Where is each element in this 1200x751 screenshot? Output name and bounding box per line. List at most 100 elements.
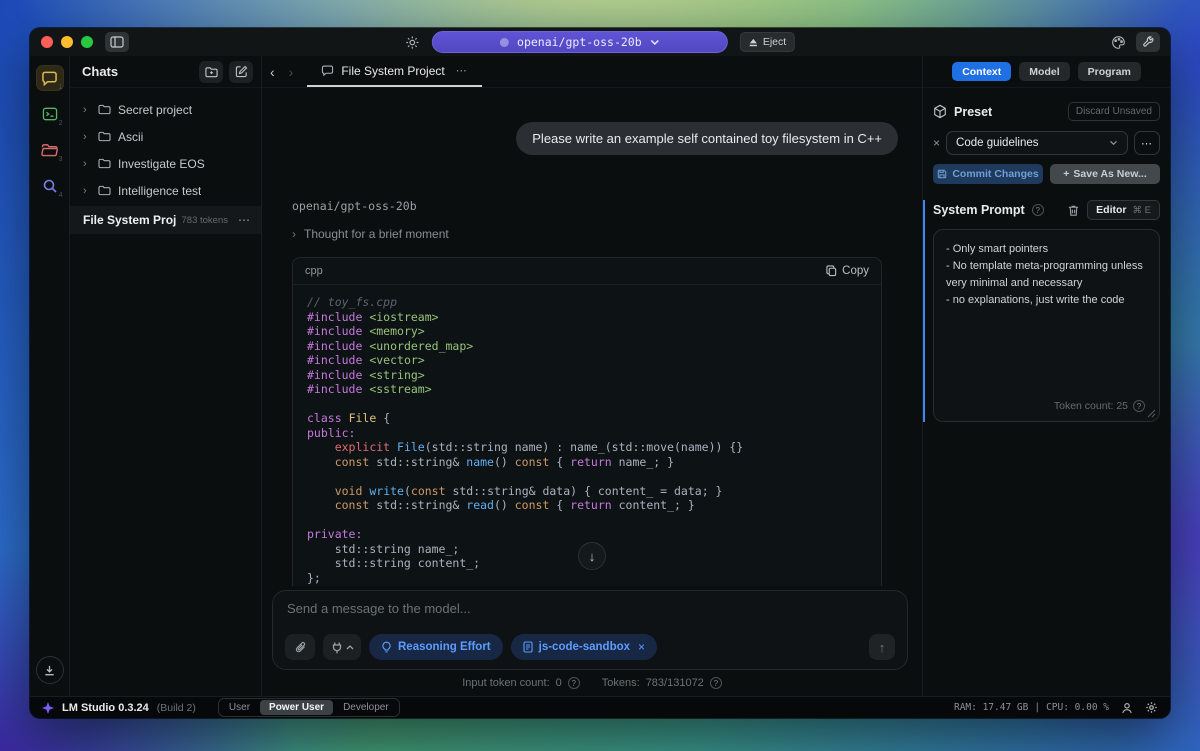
remove-plugin-icon[interactable]: × — [638, 640, 645, 654]
composer-toolbar: Reasoning Effort js-code-sandbox × ↑ — [285, 634, 895, 660]
nav-developer-icon[interactable]: 2 — [37, 102, 63, 126]
chat-main: ‹ › File System Project ⋯ Please write a… — [262, 56, 922, 696]
nav-forward-icon[interactable]: › — [289, 64, 294, 80]
model-selector-pill[interactable]: openai/gpt-oss-20b — [432, 31, 728, 53]
sidebar-toggle-button[interactable] — [105, 32, 129, 52]
lmstudio-logo-icon — [42, 702, 54, 714]
mode-developer[interactable]: Developer — [334, 700, 398, 715]
model-icon — [500, 38, 509, 47]
commit-changes-button[interactable]: Commit Changes — [933, 164, 1043, 184]
mode-user[interactable]: User — [220, 700, 259, 715]
system-prompt-input[interactable]: - Only smart pointers - No template meta… — [946, 241, 1147, 361]
plugins-button[interactable] — [323, 634, 361, 660]
settings-gear-icon[interactable] — [1145, 701, 1158, 714]
minimize-window-button[interactable] — [61, 36, 73, 48]
thought-toggle[interactable]: › Thought for a brief moment — [292, 227, 898, 241]
downloads-button[interactable] — [36, 656, 64, 684]
sandbox-plugin-pill[interactable]: js-code-sandbox × — [511, 634, 657, 660]
code-content: // toy_fs.cpp#include <iostream>#include… — [293, 285, 881, 586]
selected-chat-tokens: 783 tokens — [182, 215, 228, 226]
chat-options-icon[interactable]: ⋯ — [238, 213, 251, 227]
status-bar: LM Studio 0.3.24 (Build 2) User Power Us… — [30, 696, 1170, 718]
tab-options-icon[interactable]: ⋯ — [456, 64, 468, 77]
help-icon[interactable]: ? — [1133, 400, 1145, 412]
preset-select[interactable]: Code guidelines — [946, 131, 1128, 155]
lightbulb-icon — [381, 641, 392, 654]
system-prompt-box: - Only smart pointers - No template meta… — [933, 229, 1160, 422]
nav-my-models-icon[interactable]: 3 — [37, 138, 63, 162]
tab-program[interactable]: Program — [1078, 62, 1141, 81]
send-message-button[interactable]: ↑ — [869, 634, 895, 660]
sidebar-folder[interactable]: › Intelligence test — [70, 177, 261, 204]
user-account-icon[interactable] — [1121, 702, 1133, 714]
folder-list: › Secret project › Ascii › Investigate E… — [70, 88, 261, 204]
arrow-down-icon: ↓ — [589, 549, 596, 564]
mode-power-user[interactable]: Power User — [260, 700, 333, 715]
stats-divider: | — [1034, 702, 1040, 713]
code-line: const std::string& name() const { return… — [307, 455, 867, 470]
chevron-right-icon: › — [83, 131, 91, 143]
folder-icon — [98, 185, 111, 196]
sidebar-folder[interactable]: › Secret project — [70, 96, 261, 123]
preset-options-button[interactable]: ⋯ — [1134, 131, 1160, 155]
selected-chat-row[interactable]: File System Project 783 tokens ⋯ — [70, 206, 261, 234]
new-folder-button[interactable] — [199, 61, 223, 83]
folder-icon — [98, 131, 111, 142]
nav-chat-icon[interactable]: 1 — [37, 66, 63, 90]
help-icon[interactable]: ? — [1032, 204, 1044, 216]
tab-model[interactable]: Model — [1019, 62, 1069, 81]
wrench-tools-button[interactable] — [1136, 32, 1160, 52]
copy-icon — [826, 265, 837, 277]
model-name: openai/gpt-oss-20b — [517, 35, 642, 49]
input-token-label: Input token count: — [462, 677, 549, 689]
help-icon[interactable]: ? — [568, 677, 580, 689]
eject-model-button[interactable]: Eject — [740, 32, 795, 52]
zoom-window-button[interactable] — [81, 36, 93, 48]
sidebar-folder[interactable]: › Investigate EOS — [70, 150, 261, 177]
nav-back-icon[interactable]: ‹ — [270, 64, 275, 80]
folder-name: Intelligence test — [118, 184, 201, 198]
code-block: cpp Copy // toy_fs.cpp#include <iostream… — [292, 257, 882, 586]
save-as-new-button[interactable]: + Save As New... — [1050, 164, 1160, 184]
tokens-value: 783/131072 — [646, 677, 704, 689]
new-chat-button[interactable] — [229, 61, 253, 83]
chat-scroll-area[interactable]: Please write an example self contained t… — [262, 88, 922, 586]
trash-icon — [1067, 204, 1080, 217]
code-line: #include <memory> — [307, 324, 867, 339]
app-build: (Build 2) — [157, 702, 196, 714]
plugin-file-icon — [523, 641, 533, 653]
traffic-lights — [30, 36, 93, 48]
reasoning-effort-pill[interactable]: Reasoning Effort — [369, 634, 503, 660]
chevron-down-icon — [1109, 140, 1118, 146]
discard-unsaved-button[interactable]: Discard Unsaved — [1068, 102, 1160, 121]
system-prompt-header: System Prompt ? Editor ⌘ E — [933, 200, 1160, 220]
scroll-to-bottom-button[interactable]: ↓ — [578, 542, 606, 570]
cpu-usage: CPU: 0.00 % — [1046, 702, 1109, 713]
nav-discover-search-icon[interactable]: 4 — [37, 174, 63, 198]
clear-preset-icon[interactable]: × — [933, 136, 940, 150]
tab-context[interactable]: Context — [952, 62, 1011, 81]
arrow-up-icon: ↑ — [879, 640, 886, 655]
resize-handle[interactable] — [1147, 409, 1156, 418]
preset-title: Preset — [954, 105, 1061, 119]
theme-palette-icon[interactable] — [1111, 35, 1126, 50]
chevron-right-icon: › — [83, 104, 91, 116]
clear-system-prompt-button[interactable] — [1067, 204, 1080, 217]
selected-chat-name: File System Project — [83, 213, 176, 227]
preset-actions: Commit Changes + Save As New... — [933, 164, 1160, 184]
folder-name: Secret project — [118, 103, 192, 117]
code-line: // toy_fs.cpp — [307, 295, 867, 310]
sidebar-folder[interactable]: › Ascii — [70, 123, 261, 150]
help-icon[interactable]: ? — [710, 677, 722, 689]
attach-file-button[interactable] — [285, 634, 315, 660]
close-window-button[interactable] — [41, 36, 53, 48]
copy-code-button[interactable]: Copy — [826, 265, 869, 277]
nav-rail: 1 2 3 4 — [30, 56, 70, 696]
code-line — [307, 397, 867, 412]
chat-tab-title: File System Project — [341, 64, 444, 78]
model-settings-gear-icon[interactable] — [405, 35, 420, 50]
message-input[interactable] — [287, 601, 711, 625]
folder-icon — [98, 158, 111, 169]
chat-tab[interactable]: File System Project ⋯ — [307, 56, 481, 87]
open-editor-button[interactable]: Editor ⌘ E — [1087, 200, 1160, 220]
